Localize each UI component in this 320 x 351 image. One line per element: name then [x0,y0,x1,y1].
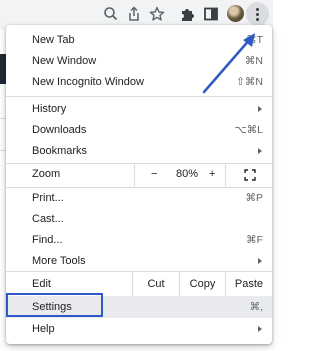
menu-item-help[interactable]: Help [6,319,272,340]
menu-item-shortcut: ⌥⌘L [234,124,263,136]
copy-button[interactable]: Copy [180,272,225,296]
menu-item-shortcut: ⌘P [245,192,263,204]
submenu-arrow-icon [258,148,262,154]
menu-item-more-tools[interactable]: More Tools [6,251,272,272]
menu-item-label: Find... [32,234,63,246]
more-menu-icon[interactable] [246,2,269,26]
menu-item-shortcut: ⌘F [246,234,263,246]
menu-item-label: Bookmarks [32,145,88,157]
fullscreen-icon[interactable] [244,168,256,181]
menu-item-label: Cast... [32,213,64,225]
zoom-divider [134,163,135,187]
profile-avatar[interactable] [227,5,244,22]
cut-button[interactable]: Cut [133,272,179,296]
side-panel-icon[interactable] [201,4,221,24]
star-icon[interactable] [147,4,167,24]
menu-item-label: More Tools [32,255,86,267]
menu-separator [6,96,272,97]
menu-item-find[interactable]: Find... ⌘F [6,230,272,251]
menu-item-shortcut: ⌘N [244,55,263,67]
paste-button[interactable]: Paste [226,272,272,296]
menu-item-new-window[interactable]: New Window ⌘N [6,51,272,72]
menu-item-shortcut: ⌘T [246,34,263,46]
menu-item-label: History [32,103,67,115]
submenu-arrow-icon [258,326,262,332]
menu-item-label: New Window [32,55,97,67]
menu-item-label: Zoom [32,168,61,180]
menu-item-downloads[interactable]: Downloads ⌥⌘L [6,120,272,141]
submenu-arrow-icon [258,106,262,112]
menu-item-shortcut: ⇧⌘N [236,76,263,88]
menu-item-label: Print... [32,192,64,204]
share-icon[interactable] [124,4,144,24]
menu-item-bookmarks[interactable]: Bookmarks [6,141,272,162]
settings-highlight-box [6,293,103,317]
menu-item-new-incognito-window[interactable]: New Incognito Window ⇧⌘N [6,72,272,93]
extensions-icon[interactable] [178,4,198,24]
submenu-arrow-icon [258,258,262,264]
menu-item-zoom: Zoom − 80% + [6,163,272,187]
menu-item-label: Downloads [32,124,87,136]
zoom-divider [225,163,226,187]
zoom-in-button[interactable]: + [209,164,215,185]
zoom-level: 80% [176,168,199,180]
menu-item-history[interactable]: History [6,99,272,120]
menu-item-cast[interactable]: Cast... [6,209,272,230]
menu-item-new-tab[interactable]: New Tab ⌘T [6,30,272,51]
menu-item-shortcut: ⌘, [249,301,263,313]
menu-item-label: New Tab [32,34,75,46]
menu-item-print[interactable]: Print... ⌘P [6,188,272,209]
zoom-out-button[interactable]: − [151,164,157,185]
menu-item-label: Help [32,323,55,335]
menu-item-label: New Incognito Window [32,76,144,88]
zoom-icon[interactable] [101,4,121,24]
